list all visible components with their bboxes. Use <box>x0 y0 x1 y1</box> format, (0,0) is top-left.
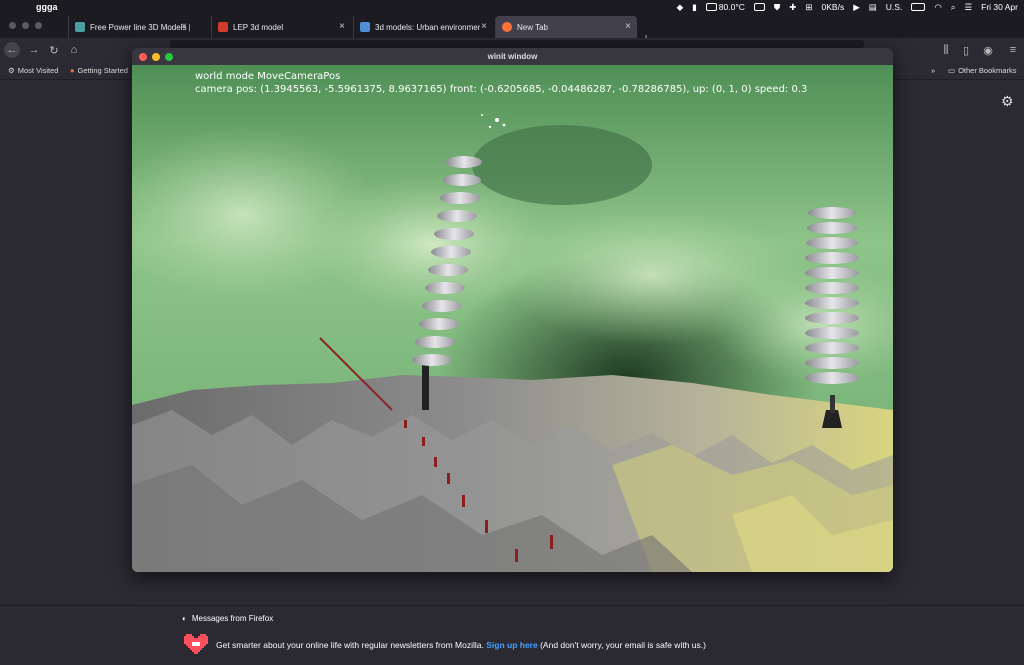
bookmark-label: Other Bookmarks <box>958 66 1017 75</box>
network-speed[interactable]: 0KB/s <box>822 2 845 12</box>
battery-icon[interactable] <box>911 3 926 11</box>
wifi-icon[interactable]: ◠ <box>934 2 941 13</box>
forward-arrow-icon[interactable]: → <box>26 42 42 58</box>
health-icon[interactable]: ✚ <box>789 2 796 13</box>
zoom-window-button[interactable] <box>35 22 42 29</box>
winit-title: winit window <box>487 52 538 61</box>
tab-new-tab[interactable]: New Tab × <box>495 16 637 38</box>
menu-bar: ggga ◆ ▮ 80.0°C ⛊ ✚ ⊞ 0KB/s ▶ ▤ U.S. ◠ ⌕… <box>0 0 1024 14</box>
winit-window-controls <box>139 53 173 61</box>
account-icon[interactable]: ◉ <box>980 42 996 58</box>
bookmarks-overflow-icon[interactable]: » <box>931 66 935 75</box>
winit-zoom-button[interactable] <box>165 53 173 61</box>
temperature-indicator[interactable]: 80.0°C <box>705 2 745 12</box>
control-center-icon[interactable]: ☰ <box>965 2 973 13</box>
close-tab-icon[interactable]: × <box>625 21 631 32</box>
cg-favicon-icon <box>75 22 85 32</box>
folder-icon: ▭ <box>948 66 956 75</box>
search-icon[interactable]: ⌕ <box>951 2 956 13</box>
mode-line: world mode MoveCameraPos <box>195 71 341 82</box>
messages-body: Get smarter about your online life with … <box>216 640 706 650</box>
bookmark-label: Most Visited <box>17 66 59 75</box>
tab-label: 3d models: Urban environment <box>375 22 480 32</box>
messages-header: ◐ Messages from Firefox <box>182 614 273 623</box>
display-icon[interactable] <box>753 3 765 11</box>
flag-icon[interactable]: ▤ <box>869 2 877 13</box>
home-icon[interactable]: ⌂ <box>66 42 82 58</box>
s-favicon-icon <box>360 22 370 32</box>
library-icon[interactable]: ⫼ <box>938 42 954 58</box>
close-window-button[interactable] <box>9 22 16 29</box>
3d-scene-canvas[interactable] <box>132 65 893 572</box>
winit-close-button[interactable] <box>139 53 147 61</box>
firefox-icon <box>502 22 512 32</box>
tab-urban-models[interactable]: 3d models: Urban environment × <box>353 16 493 38</box>
play-icon[interactable]: ▶ <box>853 2 860 13</box>
bookmark-getting-started[interactable]: ● Getting Started <box>70 66 128 75</box>
tab-bar: Free Power line 3D Models | CG × LEP 3d … <box>0 14 1024 46</box>
debug-overlay: world mode MoveCameraPos camera pos: (1.… <box>195 70 807 96</box>
minimize-window-button[interactable] <box>22 22 29 29</box>
close-tab-icon[interactable]: × <box>181 21 187 32</box>
app-store-icon[interactable]: ⊞ <box>805 2 812 13</box>
tab-cg-powerline[interactable]: Free Power line 3D Models | CG × <box>68 16 193 38</box>
window-controls <box>9 22 42 29</box>
gear-icon: ⚙ <box>8 66 15 75</box>
close-tab-icon[interactable]: × <box>481 21 487 32</box>
tab-label: LEP 3d model <box>233 22 284 32</box>
reload-icon[interactable]: ↻ <box>46 42 62 58</box>
close-tab-icon[interactable]: × <box>339 21 345 32</box>
firefox-icon: ● <box>70 66 75 75</box>
sign-up-link[interactable]: Sign up here <box>486 640 537 650</box>
dropbox-icon[interactable]: ◆ <box>677 2 684 13</box>
shield-icon[interactable]: ⛊ <box>774 2 780 13</box>
back-arrow-icon[interactable]: ← <box>4 42 20 58</box>
sidebar-icon[interactable]: ▯ <box>958 42 974 58</box>
input-source[interactable]: U.S. <box>886 2 903 12</box>
app-name-menu[interactable]: ggga <box>36 2 58 12</box>
bookmark-label: Getting Started <box>77 66 128 75</box>
messages-panel: ◐ Messages from Firefox Get smarter abou… <box>0 605 1024 665</box>
3d-favicon-icon <box>218 22 228 32</box>
status-area: ◆ ▮ 80.0°C ⛊ ✚ ⊞ 0KB/s ▶ ▤ U.S. ◠ ⌕ ☰ Fr… <box>677 0 1018 14</box>
tab-lep-model[interactable]: LEP 3d model × <box>211 16 351 38</box>
camera-info-line: camera pos: (1.3945563, -5.5961375, 8.96… <box>195 84 808 95</box>
pixel-heart-icon <box>184 634 208 654</box>
bookmark-other[interactable]: ▭ Other Bookmarks <box>948 66 1016 75</box>
tab-label: Free Power line 3D Models | CG <box>90 22 190 32</box>
bookmark-most-visited[interactable]: ⚙ Most Visited <box>8 66 58 75</box>
winit-window[interactable]: winit window world mode MoveCameraPos ca… <box>132 48 893 572</box>
winit-title-bar[interactable]: winit window <box>132 48 893 65</box>
privacy-note: (And don't worry, your email is safe wit… <box>540 640 706 650</box>
winit-minimize-button[interactable] <box>152 53 160 61</box>
phone-icon[interactable]: ▮ <box>692 2 697 13</box>
customize-gear-icon[interactable]: ⚙ <box>1001 93 1014 110</box>
newsletter-text: Get smarter about your online life with … <box>216 640 484 650</box>
firefox-icon: ◐ <box>182 614 187 623</box>
clock[interactable]: Fri 30 Apr <box>981 2 1018 12</box>
menu-hamburger-icon[interactable]: ≡ <box>1005 42 1021 58</box>
tab-label: New Tab <box>517 22 548 32</box>
messages-title: Messages from Firefox <box>191 614 274 623</box>
apple-icon[interactable] <box>12 1 24 13</box>
